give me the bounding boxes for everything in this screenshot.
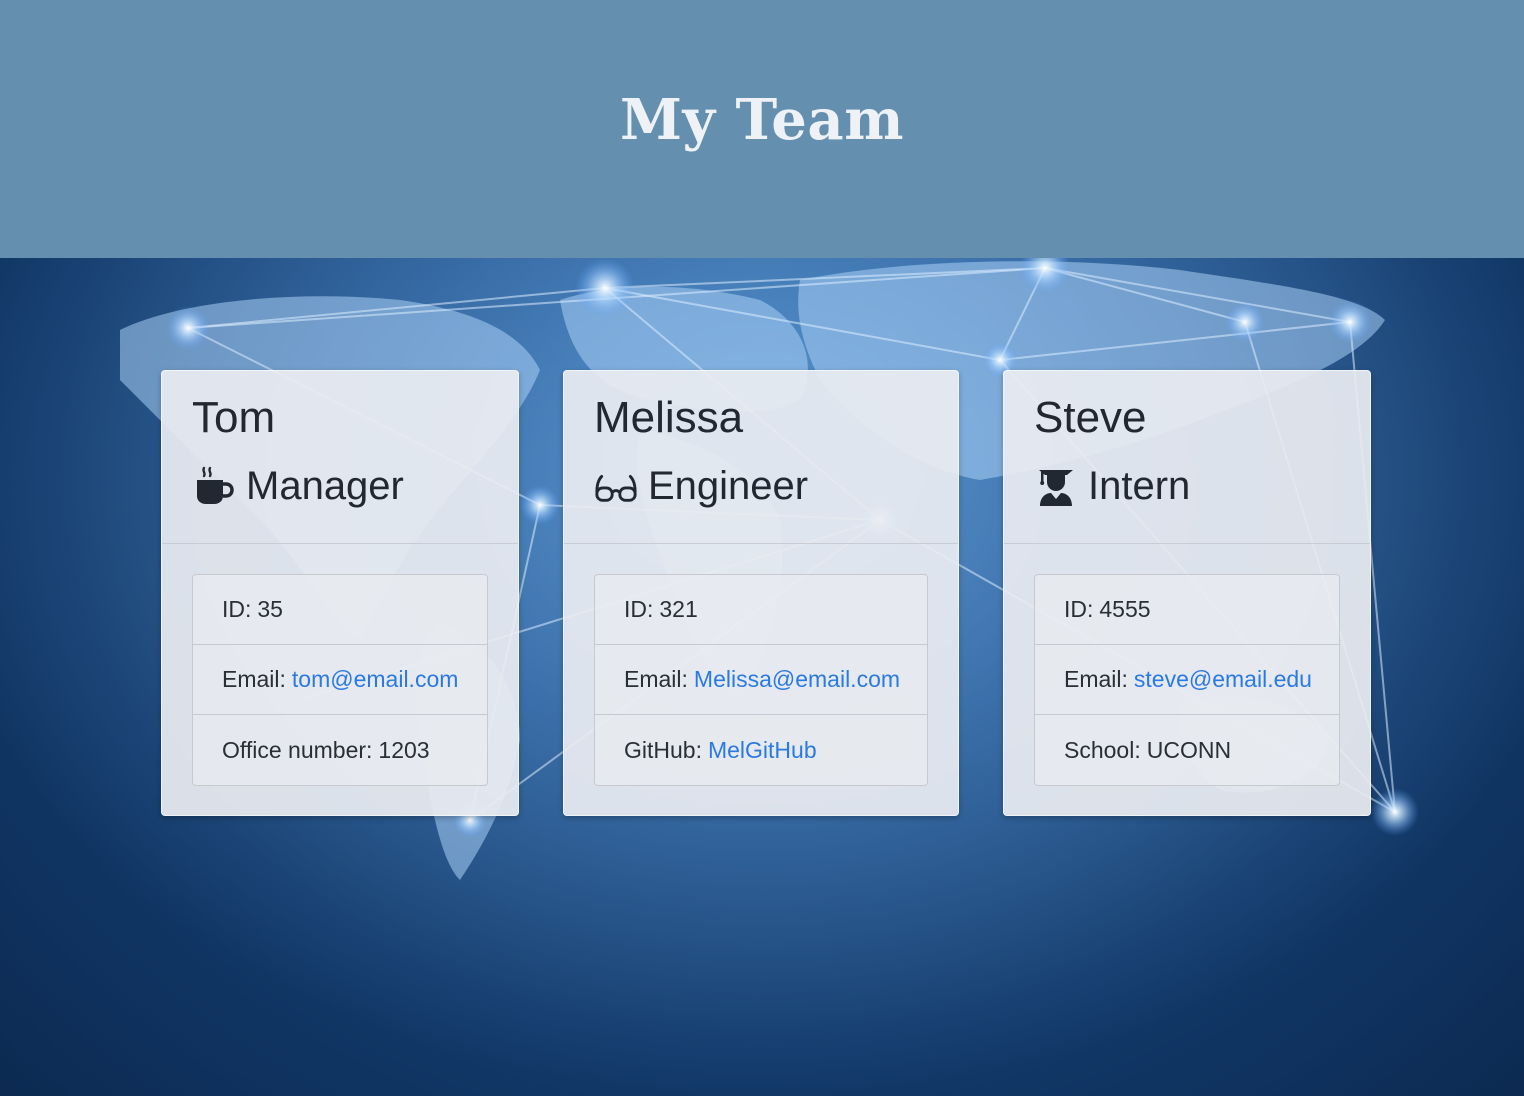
id-value: 35 <box>257 596 283 622</box>
employee-name: Steve <box>1034 393 1147 442</box>
id-label: ID: <box>222 596 252 622</box>
id-value: 321 <box>659 596 698 622</box>
employee-name: Melissa <box>594 393 744 442</box>
github-label: GitHub: <box>624 736 702 763</box>
list-item-office: Office number: 1203 <box>193 715 487 785</box>
employee-name: Tom <box>192 393 276 442</box>
email-label: Email: <box>624 666 688 692</box>
employee-details-list: ID: 321 Email: Melissa@email.com GitHub:… <box>594 574 928 786</box>
office-value: 1203 <box>378 736 430 763</box>
coffee-mug-icon <box>192 464 236 508</box>
list-item-id: ID: 4555 <box>1035 575 1339 645</box>
employee-role: Intern <box>1034 463 1340 509</box>
role-label: Engineer <box>648 464 809 508</box>
email-label: Email: <box>1064 666 1128 692</box>
employee-details-list: ID: 4555 Email: steve@email.edu School: … <box>1034 574 1340 786</box>
list-item-id: ID: 321 <box>595 575 927 645</box>
github-link[interactable]: MelGitHub <box>708 737 817 764</box>
graduate-icon <box>1034 464 1078 508</box>
email-label: Email: <box>222 666 286 692</box>
glasses-icon <box>594 464 638 508</box>
list-item-id: ID: 35 <box>193 575 487 645</box>
list-item-email: Email: Melissa@email.com <box>595 645 927 715</box>
list-item-school: School: UCONN <box>1035 715 1339 785</box>
card-header: Tom Manager <box>162 371 518 544</box>
email-link[interactable]: steve@email.edu <box>1134 666 1312 693</box>
id-label: ID: <box>1064 596 1094 622</box>
role-label: Manager <box>246 464 404 508</box>
school-label: School: <box>1064 736 1141 763</box>
employee-role: Manager <box>192 463 488 509</box>
employee-details-list: ID: 35 Email: tom@email.com Office numbe… <box>192 574 488 786</box>
card-header: Melissa Engineer <box>564 371 958 544</box>
employee-card-manager: Tom Manager ID: 35 Email: tom@email.com … <box>161 370 519 816</box>
card-header: Steve Intern <box>1004 371 1370 544</box>
page-header: My Team <box>0 0 1524 258</box>
email-link[interactable]: Melissa@email.com <box>694 666 900 693</box>
office-label: Office number: <box>222 736 373 763</box>
id-label: ID: <box>624 596 654 622</box>
school-value: UCONN <box>1146 736 1232 763</box>
role-label: Intern <box>1088 464 1191 508</box>
id-value: 4555 <box>1099 596 1151 622</box>
page-title: My Team <box>620 87 904 153</box>
list-item-github: GitHub: MelGitHub <box>595 715 927 785</box>
list-item-email: Email: steve@email.edu <box>1035 645 1339 715</box>
email-link[interactable]: tom@email.com <box>292 666 459 693</box>
employee-role: Engineer <box>594 463 928 509</box>
list-item-email: Email: tom@email.com <box>193 645 487 715</box>
employee-card-engineer: Melissa Engineer ID: 321 Email: Melissa@… <box>563 370 959 816</box>
employee-card-intern: Steve Intern ID: 4555 Email: steve@email… <box>1003 370 1371 816</box>
